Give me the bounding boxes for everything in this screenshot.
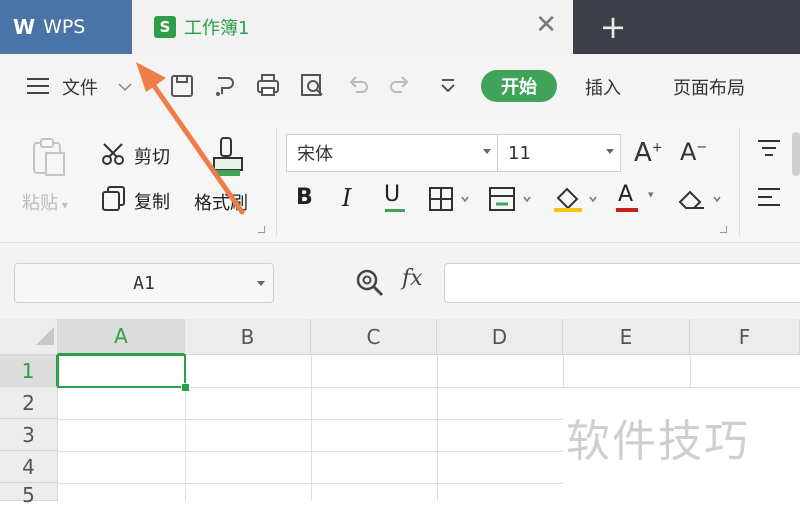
wps-home-tab[interactable]: W WPS bbox=[0, 0, 132, 54]
chevron-down-icon bbox=[606, 149, 614, 154]
wps-logo-icon: W bbox=[13, 15, 36, 39]
chevron-down-icon: ▾ bbox=[648, 188, 654, 201]
quick-access-dropdown-icon[interactable] bbox=[434, 70, 462, 100]
clear-format-icon[interactable] bbox=[676, 186, 724, 212]
chevron-down-icon bbox=[118, 83, 132, 92]
format-painter-button[interactable]: 格式刷 bbox=[194, 189, 248, 215]
border-icon[interactable] bbox=[428, 186, 472, 212]
document-tab[interactable]: S 工作簿1 ✕ bbox=[132, 0, 573, 54]
save-icon[interactable] bbox=[168, 70, 196, 100]
tab-start[interactable]: 开始 bbox=[481, 70, 557, 102]
chevron-down-icon bbox=[483, 149, 491, 154]
italic-button[interactable]: I bbox=[342, 184, 351, 212]
scissors-icon bbox=[102, 143, 124, 165]
font-name-value: 宋体 bbox=[297, 144, 333, 165]
font-size-value: 11 bbox=[508, 142, 531, 164]
grid-line bbox=[563, 355, 564, 387]
conditional-format-icon[interactable] bbox=[488, 186, 536, 212]
file-menu-label: 文件 bbox=[62, 78, 98, 99]
copy-button[interactable]: 复制 bbox=[134, 188, 170, 214]
spreadsheet-icon: S bbox=[154, 16, 176, 38]
column-header-a[interactable]: A bbox=[58, 319, 185, 355]
tab-insert[interactable]: 插入 bbox=[585, 74, 621, 100]
bold-button[interactable]: B bbox=[296, 185, 313, 210]
paste-dropdown-icon: ▾ bbox=[58, 198, 68, 212]
paste-button[interactable]: 粘贴 ▾ bbox=[22, 189, 68, 215]
redo-icon[interactable] bbox=[386, 70, 414, 100]
align-top-icon[interactable] bbox=[756, 138, 782, 158]
formula-input[interactable] bbox=[444, 263, 800, 303]
print-icon[interactable] bbox=[254, 70, 282, 100]
column-header-d[interactable]: D bbox=[437, 319, 563, 355]
format-painter-icon bbox=[213, 137, 243, 176]
font-color-label: A bbox=[618, 182, 634, 207]
paste-label: 粘贴 bbox=[22, 193, 58, 214]
row-header-5[interactable]: 5 bbox=[0, 483, 58, 507]
underline-button[interactable]: U bbox=[384, 182, 406, 212]
name-box-value: A1 bbox=[133, 272, 155, 294]
row-header-4[interactable]: 4 bbox=[0, 451, 58, 483]
underline-label: U bbox=[384, 182, 401, 207]
ribbon-scrollbar[interactable] bbox=[792, 132, 800, 176]
chevron-down-icon bbox=[257, 281, 265, 286]
clipboard-group-expand-icon[interactable] bbox=[258, 226, 265, 233]
ribbon-divider bbox=[276, 128, 277, 236]
hamburger-icon bbox=[27, 78, 49, 94]
underline-bar-icon bbox=[385, 209, 405, 212]
insert-function-button[interactable]: fx bbox=[402, 266, 423, 291]
fill-color-icon[interactable] bbox=[552, 184, 600, 214]
column-header-f[interactable]: F bbox=[690, 319, 800, 355]
font-color-bar-icon bbox=[616, 208, 638, 212]
column-header-c[interactable]: C bbox=[311, 319, 437, 355]
file-menu[interactable]: 文件 bbox=[26, 70, 142, 102]
grid-line bbox=[311, 355, 312, 501]
font-group-expand-icon[interactable] bbox=[720, 226, 727, 233]
ribbon-divider bbox=[739, 128, 740, 236]
close-tab-icon[interactable]: ✕ bbox=[535, 12, 557, 38]
row-header-1[interactable]: 1 bbox=[0, 355, 58, 387]
column-header-e[interactable]: E bbox=[563, 319, 690, 355]
increase-font-size-icon[interactable]: A+ bbox=[634, 138, 663, 168]
copy-icon bbox=[102, 186, 125, 211]
row-header-2[interactable]: 2 bbox=[0, 387, 58, 419]
active-cell-a1[interactable] bbox=[57, 354, 186, 388]
font-size-select[interactable]: 11 bbox=[497, 134, 621, 172]
font-name-select[interactable]: 宋体 bbox=[286, 134, 498, 172]
grid-line bbox=[437, 355, 438, 501]
print-preview-icon[interactable] bbox=[298, 70, 326, 100]
select-all-triangle-icon bbox=[36, 327, 54, 345]
format-copy-icon[interactable] bbox=[210, 70, 238, 100]
watermark-text: 软件技巧 bbox=[566, 416, 750, 467]
undo-icon[interactable] bbox=[344, 70, 372, 100]
cut-button[interactable]: 剪切 bbox=[134, 143, 170, 169]
document-tab-label: 工作簿1 bbox=[184, 18, 250, 39]
row-header-3[interactable]: 3 bbox=[0, 419, 58, 451]
font-color-button[interactable]: A ▾ bbox=[614, 182, 660, 212]
name-box[interactable]: A1 bbox=[14, 263, 274, 303]
grid-line bbox=[690, 355, 691, 387]
align-left-icon[interactable] bbox=[756, 186, 782, 210]
wps-app-name: WPS bbox=[43, 16, 86, 38]
tab-page-layout[interactable]: 页面布局 bbox=[673, 74, 745, 100]
zoom-search-icon[interactable] bbox=[354, 267, 386, 299]
fill-handle[interactable] bbox=[181, 383, 190, 392]
paste-icon[interactable] bbox=[28, 135, 72, 179]
decrease-font-size-icon[interactable]: A− bbox=[680, 138, 707, 166]
new-tab-button[interactable]: + bbox=[573, 0, 653, 54]
column-header-b[interactable]: B bbox=[185, 319, 311, 355]
